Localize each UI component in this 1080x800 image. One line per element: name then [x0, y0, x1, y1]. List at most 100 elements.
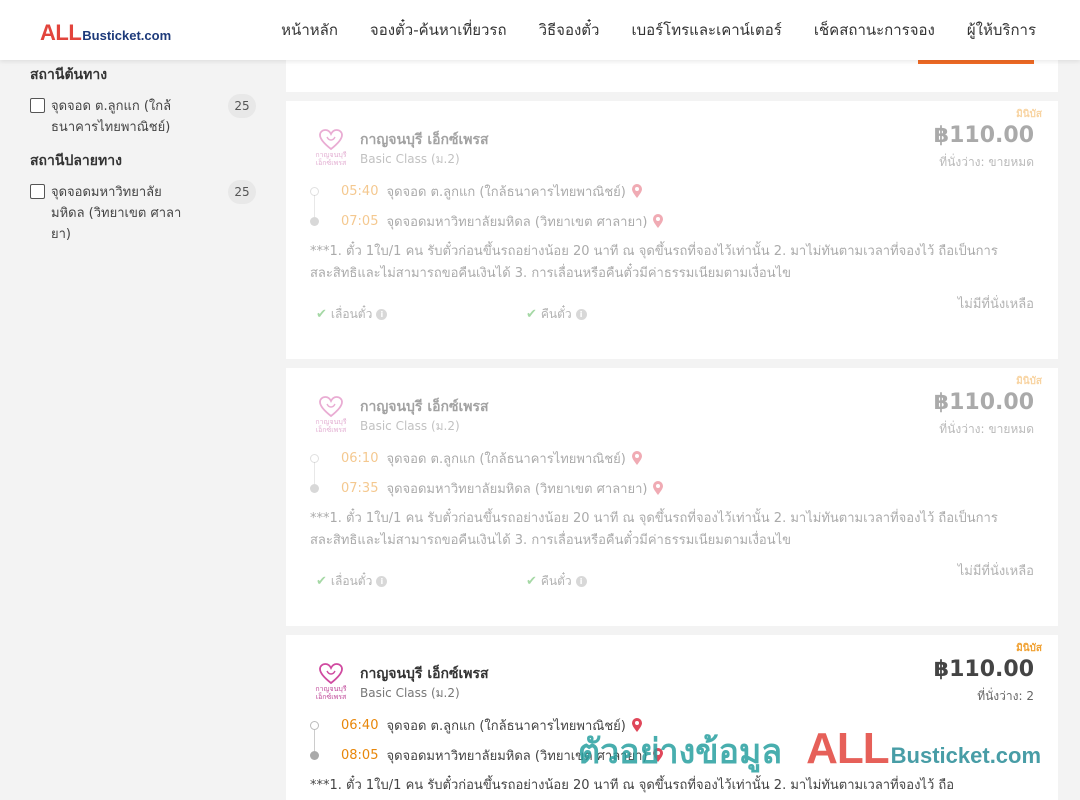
departure-stop: 05:40 จุดจอด ต.ลูกแก (ใกล้ธนาคารไทยพาณิช…: [310, 181, 643, 202]
nav-home[interactable]: หน้าหลัก: [265, 18, 354, 42]
arrival-dot-icon: [310, 751, 319, 760]
location-pin-icon[interactable]: [652, 214, 664, 229]
ticket-price: ฿110.00: [933, 657, 1034, 682]
departure-time: 06:40: [341, 718, 379, 733]
origin-filter-title: สถานีต้นทาง: [30, 67, 108, 83]
info-icon[interactable]: i: [575, 576, 587, 587]
refund-label: คืนตั๋ว: [540, 307, 572, 321]
location-pin-icon[interactable]: [631, 184, 643, 199]
destination-filter: สถานีปลายทาง จุดจอดมหาวิทยาลัยมหิดล (วิท…: [30, 150, 260, 245]
location-pin-icon[interactable]: [631, 451, 643, 466]
departure-stop-name: จุดจอด ต.ลูกแก (ใกล้ธนาคารไทยพาณิชย์): [386, 719, 626, 734]
site-logo[interactable]: ALL Busticket.com: [40, 20, 171, 46]
departure-time: 05:40: [341, 184, 379, 199]
booking-policy: ***1. ตั๋ว 1ใบ/1 คน รับตั๋วก่อนขึ้นรถอย่…: [310, 778, 955, 793]
nav-how-to-book[interactable]: วิธีจองตั๋ว: [523, 18, 616, 42]
book-button-edge[interactable]: [918, 60, 1034, 64]
origin-option-count: 25: [228, 94, 256, 118]
operator-logo: กาญจนบุรี เอ็กซ์เพรส: [310, 396, 352, 436]
operator-logo-text: กาญจนบุรี เอ็กซ์เพรส: [315, 685, 347, 701]
refund-label: คืนตั๋ว: [540, 574, 572, 588]
bus-class: Basic Class (ม.2): [360, 152, 460, 166]
heart-logo-icon: [319, 663, 343, 685]
bus-class: Basic Class (ม.2): [360, 419, 460, 433]
departure-dot-icon: [310, 187, 319, 196]
logo-busticket-text: Busticket.com: [82, 28, 172, 43]
reschedule-feature: ✔ เลื่อนตั๋ว i: [316, 305, 388, 324]
trip-card[interactable]: มินิบัส กาญจนบุรี เอ็กซ์เพรส กาญจนบุรี เ…: [286, 101, 1058, 359]
check-icon: ✔: [316, 574, 327, 589]
arrival-time: 07:05: [341, 214, 379, 229]
nav-operators[interactable]: ผู้ให้บริการ: [951, 18, 1052, 42]
location-pin-icon[interactable]: [631, 718, 643, 733]
destination-option-label[interactable]: จุดจอดมหาวิทยาลัยมหิดล (วิทยาเขต ศาลายา): [51, 182, 189, 245]
operator-name: กาญจนบุรี เอ็กซ์เพรส: [360, 666, 489, 682]
operator-logo: กาญจนบุรี เอ็กซ์เพรส: [310, 129, 352, 169]
arrival-stop-name: จุดจอดมหาวิทยาลัยมหิดล (วิทยาเขต ศาลายา): [386, 482, 648, 497]
bus-type-badge: มินิบัส: [1016, 643, 1042, 654]
operator-name: กาญจนบุรี เอ็กซ์เพรส: [360, 132, 489, 148]
previous-trip-card: [286, 60, 1058, 92]
operator-logo: กาญจนบุรี เอ็กซ์เพรส: [310, 663, 352, 703]
nav-book-search[interactable]: จองตั๋ว-ค้นหาเที่ยวรถ: [354, 18, 523, 42]
seats-available: ที่นั่งว่าง: ขายหมด: [939, 155, 1034, 169]
destination-option-count: 25: [228, 180, 256, 204]
arrival-time: 07:35: [341, 481, 379, 496]
logo-all-text: ALL: [40, 20, 82, 45]
arrival-stop: 08:05 จุดจอดมหาวิทยาลัยมหิดล (วิทยาเขต ศ…: [310, 745, 664, 766]
trip-card[interactable]: มินิบัส กาญจนบุรี เอ็กซ์เพรส กาญจนบุรี เ…: [286, 368, 1058, 626]
arrival-stop-name: จุดจอดมหาวิทยาลัยมหิดล (วิทยาเขต ศาลายา): [386, 749, 648, 764]
info-icon[interactable]: i: [575, 309, 587, 320]
bus-type-badge: มินิบัส: [1016, 109, 1042, 120]
seats-available: ที่นั่งว่าง: 2: [977, 689, 1034, 703]
departure-dot-icon: [310, 454, 319, 463]
heart-logo-icon: [319, 129, 343, 151]
info-icon[interactable]: i: [376, 576, 388, 587]
ticket-price: ฿110.00: [933, 390, 1034, 415]
arrival-stop: 07:35 จุดจอดมหาวิทยาลัยมหิดล (วิทยาเขต ศ…: [310, 478, 664, 499]
destination-option[interactable]: จุดจอดมหาวิทยาลัยมหิดล (วิทยาเขต ศาลายา)…: [30, 180, 260, 245]
departure-stop-name: จุดจอด ต.ลูกแก (ใกล้ธนาคารไทยพาณิชย์): [386, 185, 626, 200]
origin-option-label[interactable]: จุดจอด ต.ลูกแก (ใกล้ธนาคารไทยพาณิชย์): [51, 96, 189, 138]
bus-class: Basic Class (ม.2): [360, 686, 460, 700]
main-nav: หน้าหลัก จองตั๋ว-ค้นหาเที่ยวรถ วิธีจองตั…: [265, 0, 1052, 60]
info-icon[interactable]: i: [376, 309, 388, 320]
nav-phone-counters[interactable]: เบอร์โทรและเคาน์เตอร์: [615, 18, 797, 42]
reschedule-label: เลื่อนตั๋ว: [330, 307, 373, 321]
checkbox-icon[interactable]: [30, 98, 45, 113]
departure-stop-name: จุดจอด ต.ลูกแก (ใกล้ธนาคารไทยพาณิชย์): [386, 452, 626, 467]
operator-logo-text: กาญจนบุรี เอ็กซ์เพรส: [315, 151, 347, 167]
availability-status: ไม่มีที่นั่งเหลือ: [957, 564, 1034, 579]
origin-filter: สถานีต้นทาง จุดจอด ต.ลูกแก (ใกล้ธนาคารไท…: [30, 64, 260, 138]
trip-card[interactable]: มินิบัส กาญจนบุรี เอ็กซ์เพรส กาญจนบุรี เ…: [286, 635, 1058, 800]
site-header: ALL Busticket.com หน้าหลัก จองตั๋ว-ค้นหา…: [0, 0, 1080, 60]
origin-option[interactable]: จุดจอด ต.ลูกแก (ใกล้ธนาคารไทยพาณิชย์) 25: [30, 94, 260, 138]
departure-dot-icon: [310, 721, 319, 730]
nav-check-status[interactable]: เช็คสถานะการจอง: [798, 18, 951, 42]
location-pin-icon[interactable]: [652, 481, 664, 496]
filter-sidebar: สถานีต้นทาง จุดจอด ต.ลูกแก (ใกล้ธนาคารไท…: [0, 60, 268, 800]
booking-policy: ***1. ตั๋ว 1ใบ/1 คน รับตั๋วก่อนขึ้นรถอย่…: [310, 244, 998, 281]
arrival-stop: 07:05 จุดจอดมหาวิทยาลัยมหิดล (วิทยาเขต ศ…: [310, 211, 664, 232]
heart-logo-icon: [319, 396, 343, 418]
departure-stop: 06:40 จุดจอด ต.ลูกแก (ใกล้ธนาคารไทยพาณิช…: [310, 715, 643, 736]
refund-feature: ✔ คืนตั๋ว i: [526, 572, 587, 591]
refund-feature: ✔ คืนตั๋ว i: [526, 305, 587, 324]
check-icon: ✔: [316, 307, 327, 322]
check-icon: ✔: [526, 574, 537, 589]
seats-available: ที่นั่งว่าง: ขายหมด: [939, 422, 1034, 436]
reschedule-feature: ✔ เลื่อนตั๋ว i: [316, 572, 388, 591]
reschedule-label: เลื่อนตั๋ว: [330, 574, 373, 588]
departure-time: 06:10: [341, 451, 379, 466]
bus-type-badge: มินิบัส: [1016, 376, 1042, 387]
availability-status: ไม่มีที่นั่งเหลือ: [957, 297, 1034, 312]
arrival-dot-icon: [310, 217, 319, 226]
operator-name: กาญจนบุรี เอ็กซ์เพรส: [360, 399, 489, 415]
booking-policy: ***1. ตั๋ว 1ใบ/1 คน รับตั๋วก่อนขึ้นรถอย่…: [310, 511, 998, 548]
location-pin-icon[interactable]: [652, 748, 664, 763]
departure-stop: 06:10 จุดจอด ต.ลูกแก (ใกล้ธนาคารไทยพาณิช…: [310, 448, 643, 469]
arrival-dot-icon: [310, 484, 319, 493]
checkbox-icon[interactable]: [30, 184, 45, 199]
check-icon: ✔: [526, 307, 537, 322]
ticket-price: ฿110.00: [933, 123, 1034, 148]
